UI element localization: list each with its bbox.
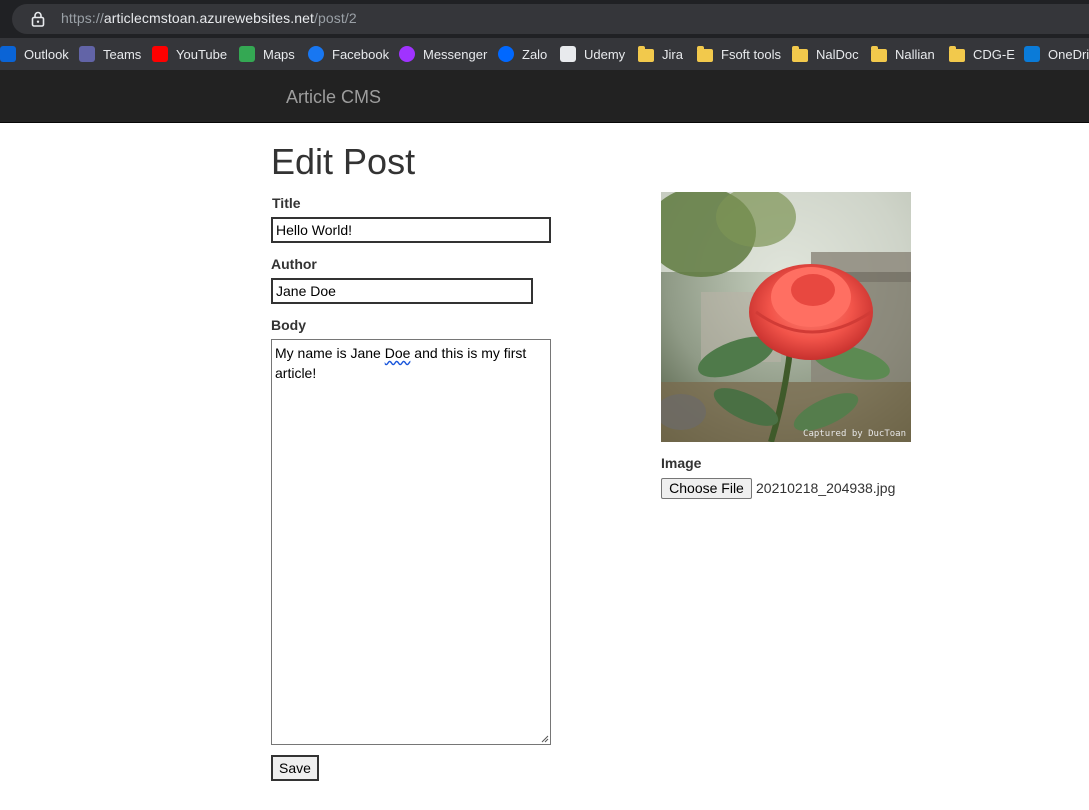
folder-icon — [638, 45, 654, 62]
bookmark-facebook[interactable]: Facebook — [308, 45, 389, 63]
udemy-icon — [560, 46, 576, 62]
selected-file-name: 20210218_204938.jpg — [756, 480, 896, 496]
title-input[interactable] — [271, 217, 551, 243]
bookmark-messenger[interactable]: Messenger — [399, 45, 487, 63]
folder-icon — [949, 45, 965, 62]
maps-pin-icon — [239, 46, 255, 62]
choose-file-button[interactable]: Choose File — [661, 478, 752, 499]
bookmarks-bar: Outlook Teams YouTube Maps Facebook Messenger… — [0, 38, 1089, 70]
youtube-icon — [152, 46, 168, 62]
lock-icon[interactable] — [31, 11, 45, 27]
outlook-icon — [0, 46, 16, 62]
teams-icon — [79, 46, 95, 62]
author-label: Author — [271, 256, 317, 272]
watermark-text: Captured by DucToan — [803, 429, 906, 439]
body-text: My name is Jane — [275, 345, 385, 361]
messenger-icon — [399, 46, 415, 62]
page-title: Edit Post — [271, 141, 416, 182]
title-label: Title — [272, 195, 301, 211]
zalo-icon — [498, 46, 514, 62]
bookmark-label: Zalo — [522, 46, 548, 62]
bookmark-label: OneDrive — [1048, 46, 1089, 62]
body-misspelled-word: Doe — [384, 345, 411, 361]
bookmark-label: Jira — [662, 46, 683, 62]
bookmark-label: Teams — [103, 46, 142, 62]
navbar-brand[interactable]: Article CMS — [286, 87, 381, 108]
facebook-icon — [308, 46, 324, 62]
body-textarea[interactable]: My name is Jane Doe and this is my first… — [271, 339, 551, 745]
resize-handle-icon[interactable] — [541, 735, 549, 743]
author-input[interactable] — [271, 278, 533, 304]
onedrive-icon — [1024, 46, 1040, 62]
bookmark-naldoc[interactable]: NalDoc — [792, 45, 859, 63]
post-image: Captured by DucToan — [661, 192, 911, 442]
url-scheme: https:// — [61, 10, 104, 26]
bookmark-onedrive[interactable]: OneDrive — [1024, 45, 1089, 63]
bookmark-label: Outlook — [24, 46, 69, 62]
folder-icon — [697, 45, 713, 62]
rose-photo: Captured by DucToan — [661, 192, 911, 442]
bookmark-teams[interactable]: Teams — [79, 45, 141, 63]
app-navbar: Article CMS — [0, 70, 1089, 123]
url-host: articlecmstoan.azurewebsites.net — [103, 10, 315, 26]
bookmark-label: Nallian — [895, 46, 935, 62]
bookmark-outlook[interactable]: Outlook — [0, 45, 69, 63]
url-text[interactable]: https://articlecmstoan.azurewebsites.net… — [61, 10, 357, 26]
url-path: /post/2 — [314, 10, 357, 26]
bookmark-udemy[interactable]: Udemy — [560, 45, 625, 63]
bookmark-youtube[interactable]: YouTube — [152, 45, 227, 63]
bookmark-cdg-e[interactable]: CDG-E — [949, 45, 1015, 63]
bookmark-label: Fsoft tools — [721, 46, 781, 62]
bookmark-fsoft-tools[interactable]: Fsoft tools — [697, 45, 781, 63]
image-label: Image — [661, 455, 702, 471]
body-label: Body — [271, 317, 306, 333]
browser-toolbar: https://articlecmstoan.azurewebsites.net… — [0, 0, 1089, 38]
bookmark-zalo[interactable]: Zalo — [498, 45, 547, 63]
bookmark-nallian[interactable]: Nallian — [871, 45, 935, 63]
folder-icon — [792, 45, 808, 62]
bookmark-label: Messenger — [423, 46, 488, 62]
bookmark-label: CDG-E — [973, 46, 1015, 62]
bookmark-maps[interactable]: Maps — [239, 45, 295, 63]
bookmark-label: Udemy — [584, 46, 626, 62]
bookmark-jira[interactable]: Jira — [638, 45, 683, 63]
bookmark-label: Facebook — [332, 46, 390, 62]
bookmark-label: NalDoc — [816, 46, 859, 62]
save-button[interactable]: Save — [271, 755, 319, 781]
bookmark-label: YouTube — [176, 46, 228, 62]
folder-icon — [871, 45, 887, 62]
bookmark-label: Maps — [263, 46, 295, 62]
